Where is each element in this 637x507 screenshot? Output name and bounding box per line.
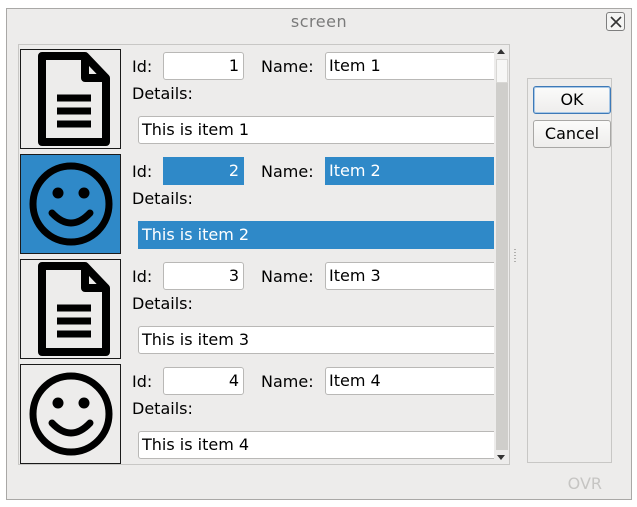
details-field[interactable]: This is item 3: [138, 326, 498, 354]
scroll-track[interactable]: [496, 59, 508, 450]
id-label: Id:: [132, 267, 153, 286]
document-icon: [38, 262, 110, 356]
name-label: Name:: [261, 267, 314, 286]
id-label: Id:: [132, 372, 153, 391]
list-item[interactable]: Id: 3 Name: Item 3 Details: This is item…: [19, 259, 498, 363]
id-field[interactable]: 2: [163, 157, 244, 185]
name-label: Name:: [261, 162, 314, 181]
overwrite-mode-indicator: OVR: [567, 474, 602, 493]
item-thumbnail: [20, 259, 121, 359]
item-thumbnail: [20, 364, 121, 464]
id-field[interactable]: 4: [163, 367, 244, 395]
details-field[interactable]: This is item 1: [138, 116, 498, 144]
close-icon: [610, 16, 622, 28]
details-field[interactable]: This is item 4: [138, 431, 498, 459]
ok-button[interactable]: OK: [533, 86, 611, 114]
title-bar: screen: [7, 9, 631, 35]
vertical-scrollbar[interactable]: [494, 45, 509, 464]
dialog-window: screen Id: 1 Name: Item 1 Details: This …: [6, 8, 632, 500]
scroll-down-arrow-icon[interactable]: [497, 455, 505, 460]
item-thumbnail: [20, 49, 121, 149]
name-field[interactable]: Item 1: [325, 52, 498, 80]
id-label: Id:: [132, 162, 153, 181]
details-label: Details:: [132, 294, 193, 313]
name-field[interactable]: Item 3: [325, 262, 498, 290]
details-label: Details:: [132, 399, 193, 418]
name-label: Name:: [261, 57, 314, 76]
list-item[interactable]: Id: 1 Name: Item 1 Details: This is item…: [19, 49, 498, 153]
document-icon: [38, 52, 110, 146]
list-item[interactable]: Id: 2 Name: Item 2 Details: This is item…: [19, 154, 498, 258]
smiley-icon: [29, 162, 113, 246]
details-field[interactable]: This is item 2: [138, 221, 498, 249]
splitter-handle[interactable]: [514, 249, 516, 263]
details-label: Details:: [132, 189, 193, 208]
id-label: Id:: [132, 57, 153, 76]
cancel-button[interactable]: Cancel: [533, 120, 611, 148]
list-item[interactable]: Id: 4 Name: Item 4 Details: This is item…: [19, 364, 498, 464]
name-field[interactable]: Item 4: [325, 367, 498, 395]
id-field[interactable]: 3: [163, 262, 244, 290]
scroll-thumb[interactable]: [496, 59, 508, 83]
name-field[interactable]: Item 2: [325, 157, 498, 185]
details-label: Details:: [132, 84, 193, 103]
name-label: Name:: [261, 372, 314, 391]
scroll-up-arrow-icon[interactable]: [497, 49, 505, 54]
id-field[interactable]: 1: [163, 52, 244, 80]
button-panel: OK Cancel: [527, 78, 612, 463]
smiley-icon: [29, 372, 113, 456]
item-thumbnail: [20, 154, 121, 254]
close-button[interactable]: [606, 12, 625, 31]
window-title: screen: [290, 12, 348, 31]
item-list[interactable]: Id: 1 Name: Item 1 Details: This is item…: [18, 44, 510, 465]
